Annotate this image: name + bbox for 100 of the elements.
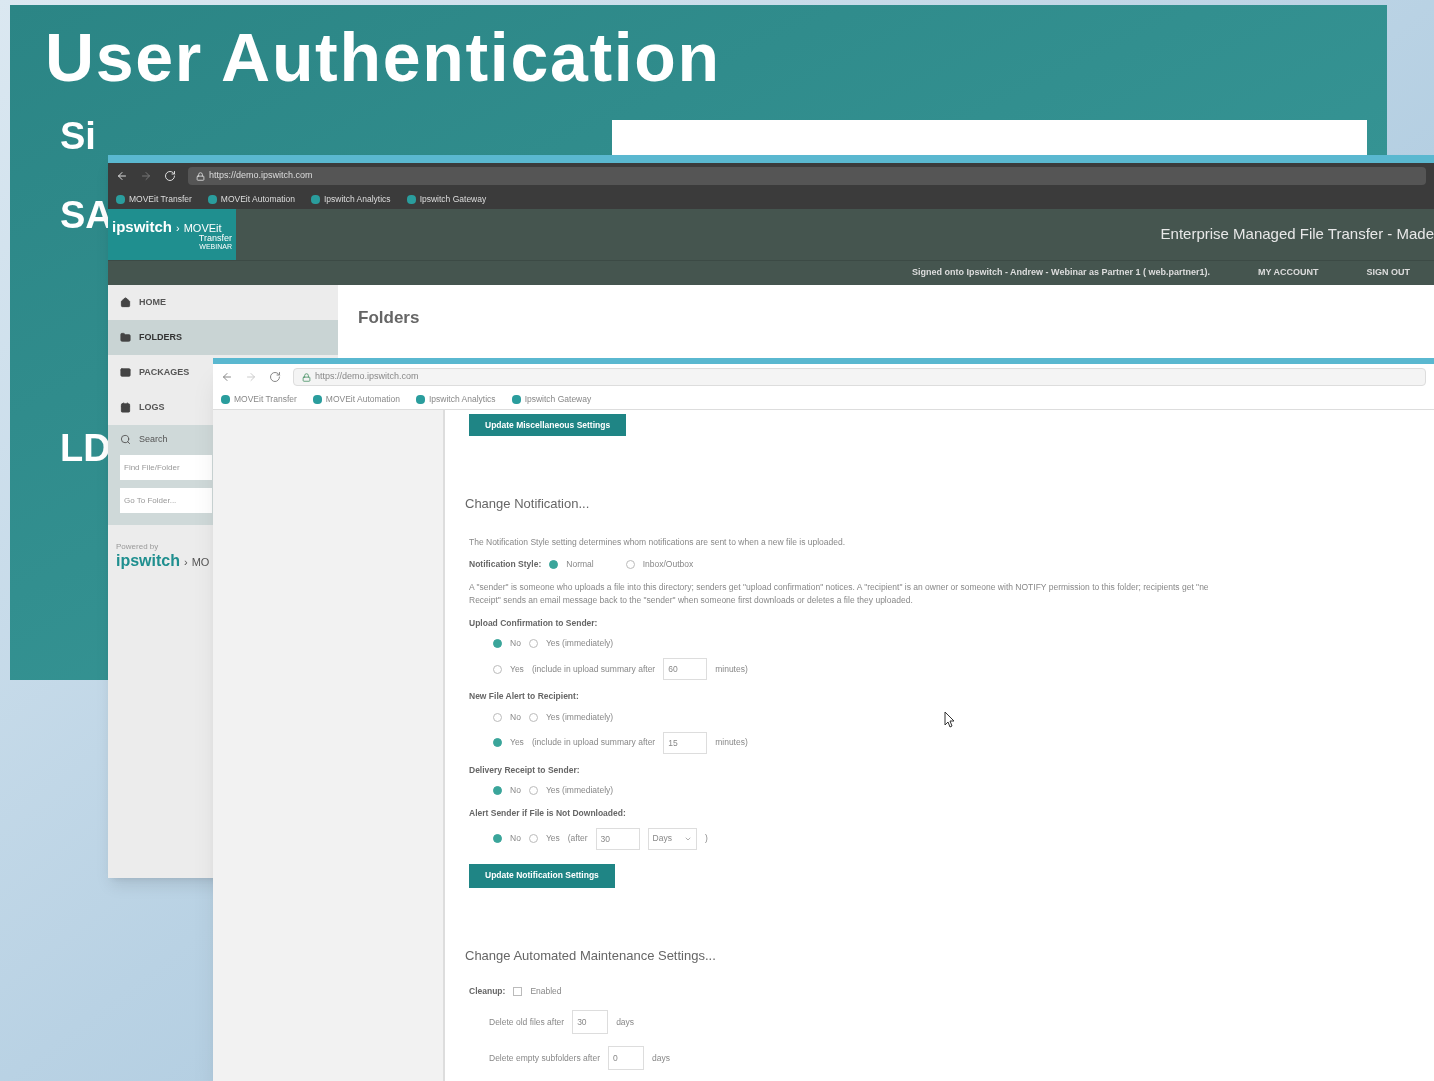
url-text: https://demo.ipswitch.com: [315, 370, 419, 384]
radio-button[interactable]: [549, 560, 559, 570]
number-field[interactable]: 30: [595, 827, 640, 850]
search-field[interactable]: Find File/Folder: [120, 454, 212, 480]
back-icon[interactable]: [116, 170, 128, 182]
radio-button[interactable]: [493, 639, 502, 649]
unit-dropdown[interactable]: Days: [647, 827, 697, 850]
footer-logo-brand: ipswitch: [116, 552, 180, 569]
option-note: (include in upload summary after: [531, 736, 656, 749]
folder-icon: [120, 332, 131, 343]
calendar-icon: [120, 402, 131, 413]
number-field[interactable]: 15: [663, 731, 708, 754]
number-field[interactable]: 30: [572, 1010, 609, 1034]
radio-button[interactable]: [493, 738, 502, 747]
logo-subtitle: Transfer: [198, 234, 232, 243]
checkbox[interactable]: [513, 987, 523, 997]
radio-button[interactable]: [625, 560, 635, 570]
header-tagline: Enterprise Managed File Transfer - Made: [1160, 224, 1434, 245]
explanation-text: Receipt" sends an email message back to the "sender" when someone first downloads or deletes a file they uploaded.: [469, 593, 914, 607]
search-field[interactable]: Go To Folder...: [120, 487, 212, 513]
slide-bullet: Si: [60, 114, 96, 159]
option-label: Normal: [566, 558, 594, 571]
update-button[interactable]: Update Notification Settings: [469, 863, 615, 888]
section-heading: Change Automated Maintenance Settings...: [465, 946, 717, 965]
bookmark-link[interactable]: MOVEit Automation: [312, 393, 400, 406]
logo-product: MOVEit: [183, 223, 222, 234]
url-field[interactable]: https://demo.ipswitch.com: [293, 368, 1426, 386]
field-label: Delete empty subfolders after: [489, 1051, 601, 1065]
lock-icon: [302, 372, 311, 382]
url-field[interactable]: https://demo.ipswitch.com: [188, 167, 1426, 185]
radio-button[interactable]: [493, 664, 502, 674]
setting-label: Delivery Receipt to Sender:: [469, 763, 581, 777]
search-icon: [120, 434, 131, 446]
lock-icon: [196, 171, 205, 181]
unit-text: minutes): [715, 736, 748, 749]
option-label: No: [510, 710, 521, 724]
page-title: Folders: [358, 307, 421, 329]
explanation-text: A "sender" is someone who uploads a file into this directory; senders get "upload confirmation" notices. A "recipient" is an owner or someone with NOTIFY permission to this folder; recipients get "ne: [469, 581, 1210, 594]
radio-button[interactable]: [493, 712, 502, 722]
option-label: No: [510, 784, 521, 797]
bookmark-link[interactable]: MOVEit Transfer: [116, 192, 192, 206]
option-label: Yes (immediately): [545, 784, 614, 797]
footer-logo-product: MO: [191, 556, 210, 568]
option-label: Enabled: [530, 985, 562, 998]
field-label: Delete old files after: [489, 1015, 565, 1029]
sidebar-item[interactable]: LOGS: [120, 400, 165, 415]
nav-link[interactable]: MY ACCOUNT: [1258, 266, 1319, 280]
home-icon: [120, 297, 131, 308]
radio-button[interactable]: [528, 712, 538, 722]
slide-bullet: SA: [60, 193, 113, 238]
nav-link[interactable]: SIGN OUT: [1366, 266, 1410, 280]
logo-brand: ipswitch: [112, 219, 172, 234]
logo-separator: ›: [176, 223, 180, 234]
bookmark-link[interactable]: Ipswitch Gateway: [511, 393, 592, 406]
back-icon[interactable]: [221, 371, 233, 383]
setting-label: Alert Sender if File is Not Downloaded:: [469, 807, 627, 820]
bookmark-link[interactable]: MOVEit Automation: [207, 192, 295, 206]
unit-text: minutes): [715, 662, 748, 676]
forward-icon[interactable]: [245, 371, 257, 383]
setting-label: Cleanup:: [469, 985, 506, 998]
sidebar-item[interactable]: HOME: [120, 295, 166, 310]
option-label: Yes (immediately): [545, 637, 614, 650]
unit-text: days: [616, 1015, 635, 1029]
update-button[interactable]: Update Miscellaneous Settings: [469, 414, 627, 436]
option-label: Inbox/Outbox: [642, 558, 694, 571]
bookmark-link[interactable]: Ipswitch Gateway: [406, 192, 487, 206]
radio-button[interactable]: [528, 639, 538, 649]
bookmark-link[interactable]: Ipswitch Analytics: [311, 192, 391, 206]
option-label: Yes: [510, 736, 524, 749]
radio-button[interactable]: [493, 786, 502, 796]
forward-icon[interactable]: [140, 170, 152, 182]
mouse-pointer-icon: [944, 711, 955, 728]
option-note: (include in upload summary after: [531, 662, 656, 676]
reload-icon[interactable]: [269, 371, 281, 383]
bookmark-link[interactable]: Ipswitch Analytics: [416, 393, 496, 406]
radio-button[interactable]: [493, 834, 502, 844]
option-note: (after: [567, 832, 588, 846]
radio-button[interactable]: [528, 834, 538, 844]
option-label: Yes: [545, 832, 560, 846]
setting-label: Upload Confirmation to Sender:: [469, 616, 599, 630]
sidebar-item[interactable]: FOLDERS: [120, 330, 182, 345]
slide-title: User Authentication: [45, 18, 722, 97]
setting-label: New File Alert to Recipient:: [469, 690, 580, 703]
option-label: No: [510, 637, 521, 650]
unit-text: ): [704, 832, 708, 846]
search-label: Search: [139, 433, 168, 446]
intro-text: The Notification Style setting determines whom notifications are sent to when a new file is uploaded.: [469, 535, 847, 549]
unit-text: days: [652, 1051, 670, 1065]
footer-logo-separator: ›: [184, 556, 188, 568]
slide-bullet: LD: [60, 426, 111, 471]
option-label: Yes: [510, 662, 524, 676]
radio-button[interactable]: [528, 786, 538, 796]
url-text: https://demo.ipswitch.com: [209, 169, 313, 183]
setting-label: Notification Style:: [469, 558, 542, 571]
signed-in-text: Signed onto Ipswitch - Andrew - Webinar as Partner 1 ( web.partner1).: [911, 266, 1210, 280]
envelope-icon: [120, 367, 131, 378]
sidebar-item[interactable]: PACKAGES: [120, 365, 190, 380]
number-field[interactable]: 60: [663, 658, 708, 680]
bookmark-link[interactable]: MOVEit Transfer: [221, 393, 297, 406]
number-field[interactable]: 0: [608, 1046, 645, 1070]
